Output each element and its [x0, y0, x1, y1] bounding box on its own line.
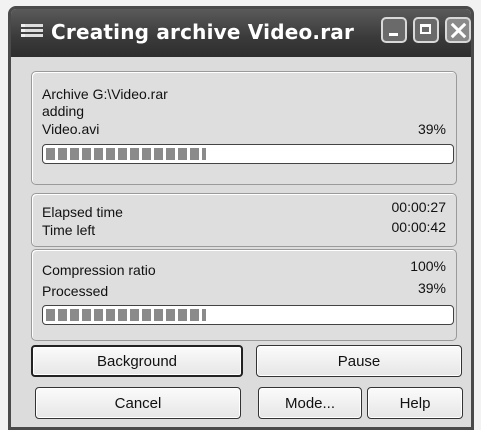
stats-group: Compression ratio 100% Processed 39% — [31, 249, 457, 341]
compression-ratio-value: 100% — [410, 258, 446, 274]
pause-button[interactable]: Pause — [256, 345, 462, 377]
compression-ratio-label: Compression ratio — [42, 262, 156, 278]
archive-path-label: Archive G:\Video.rar — [42, 86, 168, 102]
minimize-icon[interactable] — [381, 17, 407, 43]
title-bar[interactable]: Creating archive Video.rar — [11, 9, 471, 57]
archive-progress-window: Creating archive Video.rar Archive G:\Vi… — [8, 6, 474, 430]
file-percent-label: 39% — [417, 121, 446, 137]
elapsed-time-value: 00:00:27 — [391, 199, 447, 215]
help-button[interactable]: Help — [367, 387, 463, 419]
file-progress-bar — [42, 144, 454, 164]
time-left-value: 00:00:42 — [391, 219, 447, 235]
elapsed-time-label: Elapsed time — [42, 204, 123, 220]
action-label: adding — [42, 103, 85, 119]
processed-progress-fill — [46, 309, 206, 321]
timing-group: Elapsed time 00:00:27 Time left 00:00:42 — [31, 193, 457, 247]
window-title: Creating archive Video.rar — [51, 20, 355, 44]
close-icon[interactable] — [445, 17, 471, 43]
time-left-label: Time left — [42, 222, 96, 238]
archive-list-icon — [21, 24, 43, 42]
file-name-label: Video.avi — [42, 121, 100, 137]
background-button[interactable]: Background — [31, 345, 243, 377]
processed-progress-bar — [42, 305, 454, 325]
file-progress-fill — [46, 148, 206, 160]
mode-button[interactable]: Mode... — [258, 387, 362, 419]
processed-label: Processed — [42, 283, 109, 299]
processed-value: 39% — [417, 280, 446, 296]
maximize-icon[interactable] — [413, 17, 439, 43]
archive-info-group: Archive G:\Video.rar adding Video.avi 39… — [31, 71, 457, 185]
cancel-button[interactable]: Cancel — [35, 387, 241, 419]
